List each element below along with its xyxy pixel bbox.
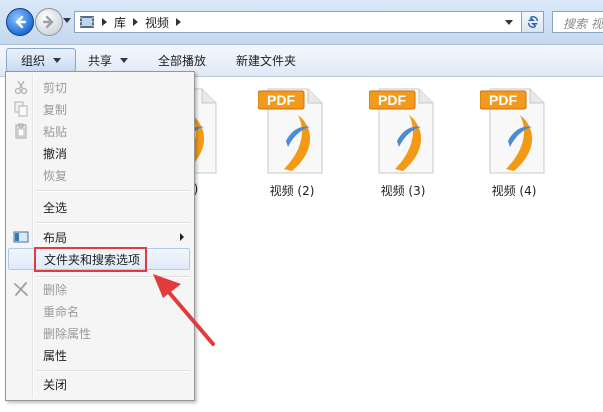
menu-item-label: 复制	[43, 102, 68, 117]
file-name-label: 视频 (2)	[269, 184, 315, 198]
back-button[interactable]	[6, 8, 34, 36]
paste-icon	[15, 123, 27, 139]
refresh-icon	[527, 16, 538, 28]
pdf-badge-label: PDF	[267, 92, 295, 108]
menu-item-label: 布局	[43, 230, 68, 245]
annotation-highlight-box	[34, 247, 147, 272]
file-name-label: 视频 (4)	[491, 184, 537, 198]
address-field[interactable]: 库 视频	[74, 11, 522, 33]
organize-button[interactable]: 组织	[6, 48, 76, 72]
play-all-button[interactable]: 全部播放	[150, 48, 214, 72]
menu-separator	[36, 370, 190, 372]
menu-item-paste[interactable]: 粘贴	[8, 120, 190, 142]
menu-item-label: 关闭	[43, 377, 68, 392]
annotation-arrow-icon	[153, 274, 215, 346]
organize-label: 组织	[21, 53, 46, 68]
breadcrumb-separator-icon[interactable]	[102, 18, 107, 26]
breadcrumb-videos[interactable]: 视频	[145, 14, 169, 31]
share-button[interactable]: 共享	[80, 48, 136, 72]
layout-icon	[13, 231, 29, 243]
menu-separator	[36, 190, 190, 192]
chevron-down-icon	[53, 57, 62, 63]
scissors-icon	[14, 80, 28, 95]
share-label: 共享	[88, 53, 113, 68]
menu-item-copy[interactable]: 复制	[8, 98, 190, 120]
back-arrow-icon	[15, 15, 27, 29]
delete-x-icon	[14, 282, 28, 296]
menu-item-label: 撤消	[43, 146, 68, 161]
refresh-button[interactable]	[522, 11, 544, 33]
pdf-badge-label: PDF	[489, 92, 517, 108]
file-name-label: 视频 (3)	[380, 184, 426, 198]
breadcrumb-separator-icon[interactable]	[176, 18, 182, 26]
breadcrumb-separator-icon[interactable]	[133, 18, 139, 26]
video-library-icon	[80, 16, 94, 28]
menu-item-label: 删除属性	[43, 326, 92, 341]
menu-item-label: 属性	[43, 348, 68, 363]
forward-arrow-icon	[42, 15, 54, 29]
file-item[interactable]: PDF 视频 (4)	[466, 81, 562, 199]
pdf-file-icon: PDF	[480, 88, 545, 174]
menu-item-label: 重命名	[43, 304, 80, 319]
menu-item-undo[interactable]: 撤消	[8, 142, 190, 164]
chevron-down-icon	[120, 57, 129, 63]
menu-item-label: 删除	[43, 282, 68, 297]
new-folder-label: 新建文件夹	[236, 53, 297, 68]
copy-icon	[14, 101, 28, 117]
play-all-label: 全部播放	[158, 53, 207, 68]
menu-item-label: 恢复	[43, 168, 68, 183]
menu-item-label: 粘贴	[43, 124, 68, 139]
menu-item-label: 剪切	[43, 80, 68, 95]
menu-item-cut[interactable]: 剪切	[8, 76, 190, 98]
menu-item-label: 全选	[43, 200, 68, 215]
forward-button[interactable]	[35, 8, 63, 36]
new-folder-button[interactable]: 新建文件夹	[228, 48, 304, 72]
recent-pages-dropdown[interactable]	[63, 18, 71, 23]
breadcrumb-library[interactable]: 库	[114, 14, 126, 31]
menu-item-layout[interactable]: 布局	[8, 226, 190, 248]
pdf-file-icon: PDF	[258, 88, 323, 174]
menu-separator	[36, 222, 190, 224]
address-history-dropdown[interactable]	[505, 19, 513, 25]
search-input[interactable]: 搜索 视频	[552, 11, 603, 33]
pdf-badge-label: PDF	[378, 92, 406, 108]
address-bar-region: 库 视频 搜索 视频	[0, 0, 603, 45]
file-item[interactable]: PDF 视频 (3)	[355, 81, 451, 199]
menu-item-redo[interactable]: 恢复	[8, 164, 190, 186]
menu-item-select-all[interactable]: 全选	[8, 196, 190, 218]
organize-menu: 剪切 复制 粘贴 撤消 恢复 全选 布局 文件夹和搜索选项 删除 重命名 删除属…	[5, 71, 195, 401]
submenu-arrow-icon	[180, 233, 184, 241]
file-item[interactable]: PDF 视频 (2)	[244, 81, 340, 199]
menu-item-close[interactable]: 关闭	[8, 373, 190, 395]
pdf-file-icon: PDF	[369, 88, 434, 174]
